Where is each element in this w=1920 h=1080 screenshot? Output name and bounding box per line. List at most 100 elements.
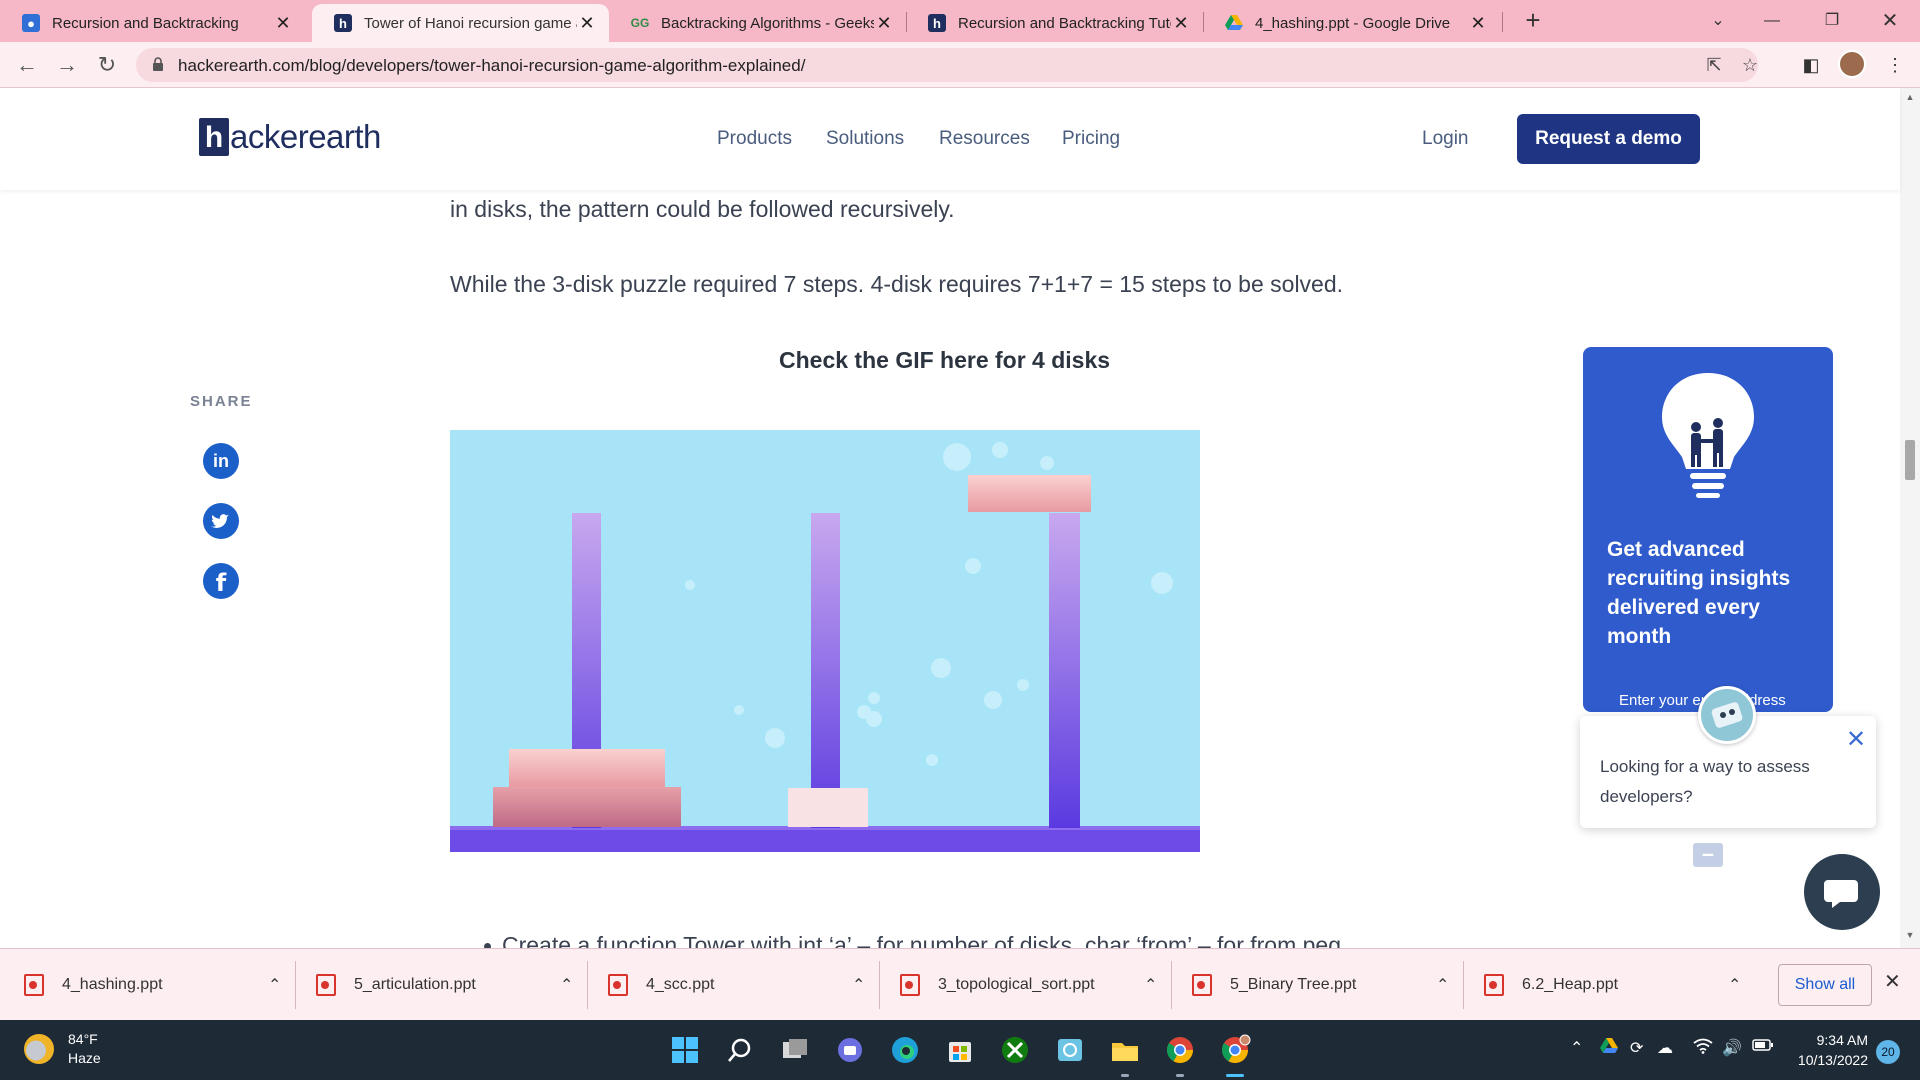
bookmark-star-icon[interactable]: ☆: [1734, 48, 1766, 82]
share-label: SHARE: [190, 393, 253, 410]
show-hidden-icons-chevron[interactable]: ⌃: [1570, 1038, 1583, 1058]
ppt-file-icon: [900, 974, 920, 996]
photos-icon[interactable]: [1054, 1034, 1086, 1066]
close-download-bar-icon[interactable]: ✕: [1884, 969, 1901, 994]
notification-count-badge[interactable]: 20: [1876, 1040, 1900, 1064]
chevron-up-icon[interactable]: ⌃: [1144, 975, 1164, 995]
ppt-file-icon: [1484, 974, 1504, 996]
maximize-button[interactable]: ❐: [1812, 6, 1852, 36]
chevron-up-icon[interactable]: ⌃: [1436, 975, 1456, 995]
chrome-icon[interactable]: [1164, 1034, 1196, 1066]
download-item[interactable]: 3_topological_sort.ppt ⌃: [876, 949, 1164, 1021]
nav-resources[interactable]: Resources: [939, 128, 1030, 150]
download-item[interactable]: 4_scc.ppt ⌃: [584, 949, 872, 1021]
sync-icon[interactable]: ⟳: [1630, 1038, 1643, 1058]
minimize-button[interactable]: —: [1752, 6, 1792, 36]
side-panel-icon[interactable]: ◧: [1796, 50, 1826, 80]
close-tab-icon[interactable]: ✕: [1171, 13, 1191, 34]
chevron-up-icon[interactable]: ⌃: [560, 975, 580, 995]
page-scrollbar[interactable]: ▲ ▼: [1900, 88, 1920, 948]
twitter-icon[interactable]: [203, 503, 239, 539]
onedrive-cloud-icon[interactable]: ☁: [1657, 1038, 1673, 1058]
xbox-icon[interactable]: [999, 1034, 1031, 1066]
chevron-up-icon[interactable]: ⌃: [268, 975, 288, 995]
chrome-profile-icon[interactable]: [1219, 1034, 1251, 1066]
download-filename: 5_Binary Tree.ppt: [1230, 976, 1357, 993]
edge-browser-icon[interactable]: [889, 1034, 921, 1066]
close-tab-icon[interactable]: ✕: [577, 13, 597, 34]
hackerearth-logo[interactable]: h ackerearth: [199, 118, 381, 156]
clock-date: 10/13/2022: [1797, 1052, 1868, 1068]
chevron-up-icon[interactable]: ⌃: [1728, 975, 1748, 995]
hackerearth-icon: h: [928, 14, 946, 32]
close-icon[interactable]: ✕: [1846, 728, 1866, 752]
new-tab-button[interactable]: +: [1518, 6, 1548, 36]
ppt-file-icon: [24, 974, 44, 996]
login-link[interactable]: Login: [1422, 128, 1469, 150]
download-item[interactable]: 6.2_Heap.ppt ⌃: [1460, 949, 1748, 1021]
tab-title: Recursion and Backtracking: [52, 14, 239, 32]
google-drive-tray-icon[interactable]: [1600, 1038, 1618, 1057]
download-filename: 5_articulation.ppt: [354, 976, 476, 993]
minimize-chat-button[interactable]: –: [1693, 843, 1723, 867]
close-tab-icon[interactable]: ✕: [874, 13, 894, 34]
facebook-icon[interactable]: f: [203, 563, 239, 599]
tab-google-drive[interactable]: 4_hashing.ppt - Google Drive ✕: [1203, 4, 1500, 42]
peg-middle: [811, 513, 840, 828]
tab-backtracking-geeks[interactable]: GG Backtracking Algorithms - Geeks ✕: [609, 4, 906, 42]
tab-recursion-tutorial[interactable]: h Recursion and Backtracking Tuto ✕: [906, 4, 1203, 42]
scroll-down-icon[interactable]: ▼: [1905, 930, 1915, 940]
browser-toolbar: ← → ↻ hackerearth.com/blog/developers/to…: [0, 42, 1920, 88]
search-icon[interactable]: [724, 1034, 756, 1066]
ppt-file-icon: [1192, 974, 1212, 996]
download-item[interactable]: 5_articulation.ppt ⌃: [292, 949, 580, 1021]
volume-icon[interactable]: 🔊: [1722, 1038, 1742, 1058]
close-tab-icon[interactable]: ✕: [273, 13, 293, 34]
close-tab-icon[interactable]: ✕: [1468, 13, 1488, 34]
profile-avatar[interactable]: [1838, 50, 1866, 78]
tab-strip: ● Recursion and Backtracking ✕ h Tower o…: [0, 0, 1920, 42]
file-explorer-icon[interactable]: [1109, 1034, 1141, 1066]
forward-button[interactable]: →: [52, 50, 82, 80]
tab-tower-of-hanoi[interactable]: h Tower of Hanoi recursion game a ✕: [312, 4, 609, 42]
article-paragraph: in disks, the pattern could be followed …: [450, 196, 955, 222]
wifi-icon[interactable]: [1693, 1038, 1713, 1059]
tab-title: Recursion and Backtracking Tuto: [958, 14, 1171, 32]
browser-menu-icon[interactable]: ⋮: [1880, 50, 1910, 80]
download-item[interactable]: 5_Binary Tree.ppt ⌃: [1168, 949, 1456, 1021]
address-bar[interactable]: hackerearth.com/blog/developers/tower-ha…: [136, 48, 1758, 82]
back-button[interactable]: ←: [12, 50, 42, 80]
nav-solutions[interactable]: Solutions: [826, 128, 904, 150]
download-filename: 6.2_Heap.ppt: [1522, 976, 1619, 993]
nav-products[interactable]: Products: [717, 128, 792, 150]
request-demo-button[interactable]: Request a demo: [1517, 114, 1700, 164]
chat-launcher-button[interactable]: [1804, 854, 1880, 930]
chevron-up-icon[interactable]: ⌃: [852, 975, 872, 995]
show-all-button[interactable]: Show all: [1778, 964, 1872, 1006]
weather-widget[interactable]: 84°F Haze: [24, 1030, 101, 1068]
microsoft-store-icon[interactable]: [944, 1034, 976, 1066]
task-view-icon[interactable]: [779, 1034, 811, 1066]
scroll-up-icon[interactable]: ▲: [1905, 92, 1915, 102]
clock-time: 9:34 AM: [1816, 1032, 1868, 1048]
teams-chat-icon[interactable]: [834, 1034, 866, 1066]
nav-pricing[interactable]: Pricing: [1062, 128, 1120, 150]
windows-taskbar: 84°F Haze ⌃ ⟳ ☁ 🔊 9:34 AM 10/13/2022 20: [0, 1020, 1920, 1080]
windows-start-icon[interactable]: [669, 1034, 701, 1066]
article-paragraph: While the 3-disk puzzle required 7 steps…: [450, 271, 1344, 297]
system-clock[interactable]: 9:34 AM 10/13/2022: [1786, 1030, 1868, 1070]
google-drive-icon: [1225, 14, 1243, 32]
linkedin-icon[interactable]: in: [203, 443, 239, 479]
battery-icon[interactable]: [1752, 1038, 1774, 1057]
hackerearth-icon: h: [334, 14, 352, 32]
newsletter-card: Get advanced recruiting insights deliver…: [1583, 347, 1833, 712]
disk-2: [968, 475, 1091, 512]
tab-recursion-backtracking[interactable]: ● Recursion and Backtracking ✕: [0, 4, 305, 42]
tab-search-chevron-icon[interactable]: ⌄: [1698, 6, 1738, 36]
tab-title: Tower of Hanoi recursion game a: [364, 14, 577, 32]
close-window-button[interactable]: ✕: [1870, 6, 1910, 36]
reload-button[interactable]: ↻: [92, 50, 122, 80]
share-page-icon[interactable]: ⇱: [1698, 48, 1730, 82]
scroll-thumb[interactable]: [1905, 440, 1915, 480]
download-item[interactable]: 4_hashing.ppt ⌃: [0, 949, 288, 1021]
